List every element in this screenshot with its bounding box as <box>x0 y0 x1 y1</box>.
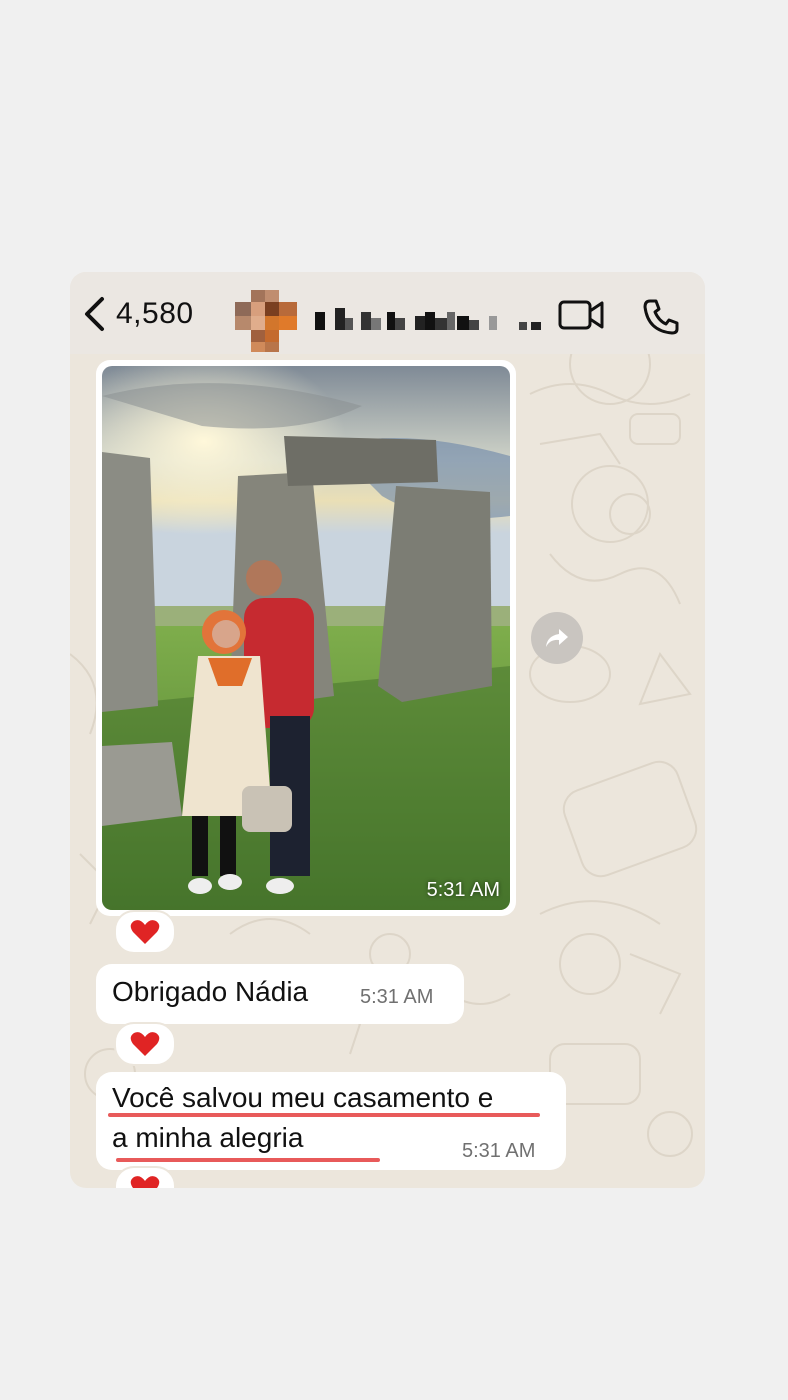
reaction-badge[interactable] <box>114 1166 176 1188</box>
message-text-line-1: Você salvou meu casamento e <box>112 1082 494 1113</box>
reaction-badge[interactable] <box>114 1022 176 1066</box>
chat-window: 4,580 5:31 AM Obrigado Nádia 5:31 AM Voc… <box>70 272 705 1188</box>
heart-icon <box>130 1032 160 1056</box>
highlight-underline <box>116 1158 380 1162</box>
message-time: 5:31 AM <box>426 879 500 901</box>
reaction-badge[interactable] <box>114 910 176 954</box>
video-call-icon[interactable] <box>558 298 606 332</box>
heart-icon <box>130 1176 160 1188</box>
contact-name-redacted[interactable] <box>315 308 545 330</box>
unread-count: 4,580 <box>116 297 194 330</box>
message-bubble[interactable]: Obrigado Nádia 5:31 AM <box>96 964 464 1024</box>
heart-icon <box>130 920 160 944</box>
photo-message[interactable]: 5:31 AM <box>96 360 516 916</box>
back-chevron-icon <box>85 297 104 331</box>
message-time: 5:31 AM <box>360 986 434 1008</box>
forward-button[interactable] <box>531 612 583 664</box>
message-time: 5:31 AM <box>462 1140 536 1162</box>
chat-header: 4,580 <box>70 272 705 354</box>
message-text: Obrigado Nádia <box>112 976 309 1007</box>
message-bubble[interactable]: Você salvou meu casamento e a minha aleg… <box>96 1072 566 1170</box>
message-text-line-2: a minha alegria <box>112 1122 304 1153</box>
phone-call-icon[interactable] <box>642 298 680 336</box>
photo-stonehenge-couple[interactable] <box>102 366 510 910</box>
forward-icon <box>546 629 568 647</box>
back-button[interactable]: 4,580 <box>82 296 194 332</box>
avatar[interactable] <box>235 290 297 352</box>
highlight-underline <box>108 1113 540 1117</box>
